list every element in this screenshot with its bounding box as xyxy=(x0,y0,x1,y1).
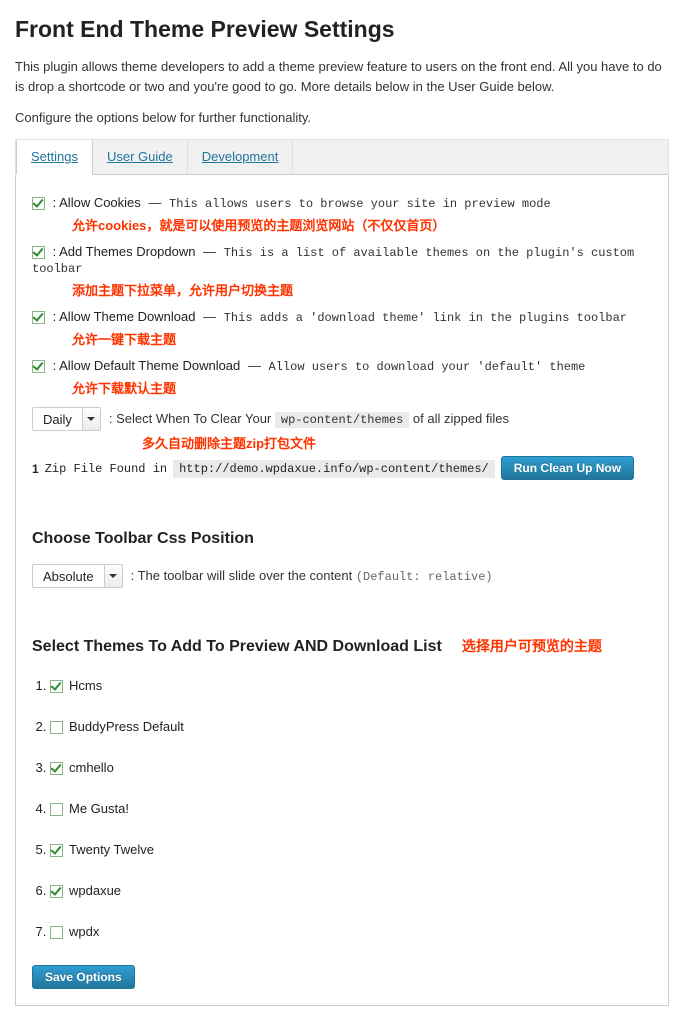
theme-item: wpdaxue xyxy=(50,883,652,898)
run-clean-up-button[interactable]: Run Clean Up Now xyxy=(501,456,634,480)
allow-cookies-annotation: 允许cookies，就是可以使用预览的主题浏览网站（不仅仅首页） xyxy=(72,215,652,234)
themes-list: Hcms BuddyPress Default cmhello Me Gusta… xyxy=(50,678,652,939)
theme-checkbox-cmhello[interactable] xyxy=(50,762,63,775)
tab-development[interactable]: Development xyxy=(188,140,294,174)
zip-url: http://demo.wpdaxue.info/wp-content/them… xyxy=(173,460,495,478)
allow-download-desc: This adds a 'download theme' link in the… xyxy=(224,311,627,325)
add-dropdown-label: Add Themes Dropdown xyxy=(59,244,195,259)
toolbar-position-row: Absolute : The toolbar will slide over t… xyxy=(32,564,652,588)
option-allow-cookies-row: : Allow Cookies — This allows users to b… xyxy=(32,195,652,211)
add-dropdown-annotation: 添加主题下拉菜单，允许用户切换主题 xyxy=(72,280,652,299)
theme-name: Twenty Twelve xyxy=(69,842,154,857)
theme-checkbox-wpdaxue[interactable] xyxy=(50,885,63,898)
default-download-annotation: 允许下载默认主题 xyxy=(72,378,652,397)
theme-item: wpdx xyxy=(50,924,652,939)
theme-item: Twenty Twelve xyxy=(50,842,652,857)
settings-panel: : Allow Cookies — This allows users to b… xyxy=(15,175,669,1006)
allow-cookies-checkbox[interactable] xyxy=(32,197,45,210)
default-download-label: Allow Default Theme Download xyxy=(59,358,240,373)
theme-checkbox-megusta[interactable] xyxy=(50,803,63,816)
theme-name: wpdaxue xyxy=(69,883,121,898)
theme-checkbox-hcms[interactable] xyxy=(50,680,63,693)
toolbar-position-value: Absolute xyxy=(33,569,104,584)
default-download-desc: Allow users to download your 'default' t… xyxy=(269,360,586,374)
subintro-text: Configure the options below for further … xyxy=(15,110,669,125)
allow-download-checkbox[interactable] xyxy=(32,311,45,324)
theme-name: Me Gusta! xyxy=(69,801,129,816)
clear-path-code: wp-content/themes xyxy=(275,412,409,428)
allow-cookies-desc: This allows users to browse your site in… xyxy=(169,197,551,211)
option-allow-download-row: : Allow Theme Download — This adds a 'do… xyxy=(32,309,652,325)
allow-download-label: Allow Theme Download xyxy=(59,309,195,324)
tab-settings[interactable]: Settings xyxy=(16,140,93,175)
theme-name: wpdx xyxy=(69,924,99,939)
toolbar-desc-default: (Default: relative) xyxy=(356,570,493,584)
option-default-download-row: : Allow Default Theme Download — Allow u… xyxy=(32,358,652,374)
allow-cookies-label: Allow Cookies xyxy=(59,195,141,210)
zip-found-text: Zip File Found in xyxy=(45,462,167,476)
clear-schedule-select[interactable]: Daily xyxy=(32,407,101,431)
allow-download-annotation: 允许一键下载主题 xyxy=(72,329,652,348)
intro-text: This plugin allows theme developers to a… xyxy=(15,57,669,96)
default-download-checkbox[interactable] xyxy=(32,360,45,373)
toolbar-css-heading: Choose Toolbar Css Position xyxy=(32,530,652,548)
theme-item: Me Gusta! xyxy=(50,801,652,816)
clear-schedule-value: Daily xyxy=(33,412,82,427)
page-title: Front End Theme Preview Settings xyxy=(15,16,669,43)
option-add-dropdown-row: : Add Themes Dropdown — This is a list o… xyxy=(32,244,652,276)
theme-checkbox-buddypress[interactable] xyxy=(50,721,63,734)
clear-annotation: 多久自动删除主题zip打包文件 xyxy=(142,433,652,452)
toolbar-position-select[interactable]: Absolute xyxy=(32,564,123,588)
zip-found-row: 1 Zip File Found in http://demo.wpdaxue.… xyxy=(32,458,652,480)
themes-section: Select Themes To Add To Preview AND Down… xyxy=(32,636,652,939)
save-options-button[interactable]: Save Options xyxy=(32,965,135,989)
theme-name: cmhello xyxy=(69,760,114,775)
theme-item: Hcms xyxy=(50,678,652,693)
theme-checkbox-twentytwelve[interactable] xyxy=(50,844,63,857)
dropdown-caret-icon xyxy=(104,565,122,587)
themes-heading: Select Themes To Add To Preview AND Down… xyxy=(32,638,442,656)
theme-name: BuddyPress Default xyxy=(69,719,184,734)
themes-annotation: 选择用户可预览的主题 xyxy=(462,636,602,656)
toolbar-desc-main: : The toolbar will slide over the conten… xyxy=(131,568,356,583)
theme-checkbox-wpdx[interactable] xyxy=(50,926,63,939)
zip-count: 1 xyxy=(32,462,39,476)
tab-bar: Settings User Guide Development xyxy=(15,139,669,175)
theme-name: Hcms xyxy=(69,678,102,693)
add-dropdown-checkbox[interactable] xyxy=(32,246,45,259)
dropdown-caret-icon xyxy=(82,408,100,430)
theme-item: cmhello xyxy=(50,760,652,775)
tab-user-guide[interactable]: User Guide xyxy=(93,140,188,174)
clear-schedule-row: Daily : Select When To Clear Your wp-con… xyxy=(32,407,652,431)
toolbar-css-section: Choose Toolbar Css Position Absolute : T… xyxy=(32,530,652,588)
theme-item: BuddyPress Default xyxy=(50,719,652,734)
